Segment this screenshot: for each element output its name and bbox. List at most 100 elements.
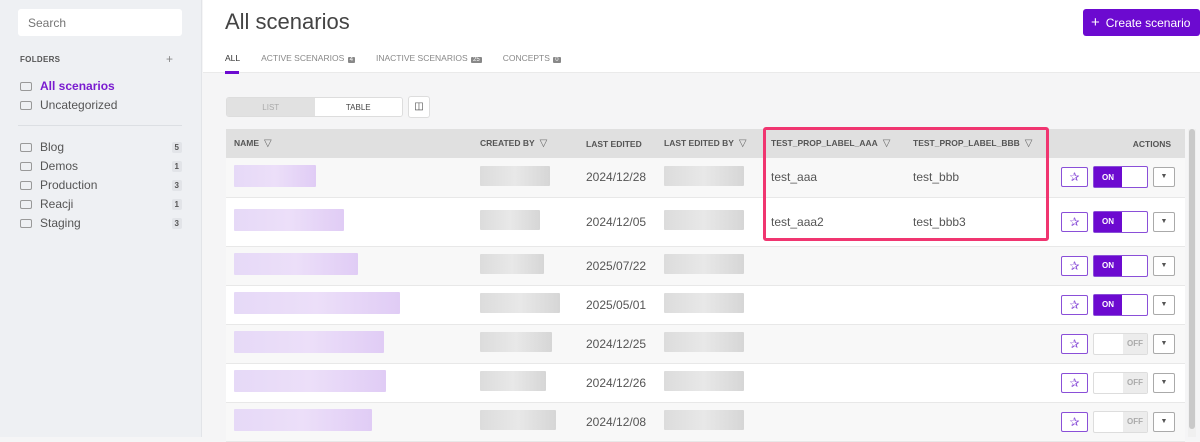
scenario-flow-icon[interactable]: ✰ bbox=[1061, 411, 1088, 432]
table-row[interactable]: 2025/07/22 ✰ ON ▼ bbox=[226, 246, 1185, 286]
scenario-flow-icon[interactable]: ✰ bbox=[1061, 255, 1088, 276]
chevron-down-icon[interactable]: ▼ bbox=[1153, 255, 1175, 276]
last-edited-cell: 2024/12/25 bbox=[578, 324, 656, 364]
test-prop-aaa-cell: test_aaa bbox=[763, 158, 905, 198]
status-toggle[interactable]: ON bbox=[1093, 166, 1148, 189]
scenario-flow-icon[interactable]: ✰ bbox=[1061, 211, 1088, 232]
folder-icon bbox=[20, 199, 32, 209]
scenario-flow-icon[interactable]: ✰ bbox=[1061, 372, 1088, 393]
table-row[interactable]: 2024/12/08 ✰ OFF ▼ bbox=[226, 402, 1185, 442]
tab-concepts[interactable]: CONCEPTS 0 bbox=[503, 53, 561, 74]
status-toggle[interactable]: OFF bbox=[1093, 332, 1148, 355]
test-prop-aaa-cell bbox=[763, 246, 905, 286]
column-header-last-edited[interactable]: LAST EDITED bbox=[578, 129, 656, 158]
chevron-down-icon[interactable]: ▼ bbox=[1153, 333, 1175, 354]
scrollbar-thumb[interactable] bbox=[1189, 129, 1195, 429]
sidebar-item-folder[interactable]: Blog 5 bbox=[20, 138, 182, 156]
table-row[interactable]: 2025/05/01 ✰ ON ▼ bbox=[226, 285, 1185, 325]
test-prop-bbb-cell bbox=[905, 246, 1048, 286]
status-toggle[interactable]: OFF bbox=[1093, 410, 1148, 433]
column-header-test-prop-aaa[interactable]: TEST_PROP_LABEL_AAA ▽ bbox=[763, 129, 905, 158]
actions-cell: ✰ ON ▼ bbox=[1048, 197, 1185, 247]
sidebar-item-folder[interactable]: Production 3 bbox=[20, 176, 182, 194]
test-prop-bbb-cell bbox=[905, 363, 1048, 403]
sidebar-item-label: Reacji bbox=[40, 197, 74, 211]
tab-inactive-scenarios[interactable]: INACTIVE SCENARIOS 25 bbox=[376, 53, 482, 74]
filter-icon[interactable]: ▽ bbox=[883, 138, 891, 149]
created-by-cell bbox=[472, 363, 578, 403]
toggle-label: ON bbox=[1094, 211, 1122, 232]
scenario-flow-icon[interactable]: ✰ bbox=[1061, 294, 1088, 315]
name-cell[interactable] bbox=[226, 246, 472, 286]
name-cell[interactable] bbox=[226, 285, 472, 325]
scrollbar[interactable] bbox=[1188, 129, 1196, 437]
column-header-created-by[interactable]: CREATED BY ▽ bbox=[472, 129, 578, 158]
name-cell[interactable] bbox=[226, 363, 472, 403]
count-badge: 4 bbox=[347, 57, 355, 63]
folder-icon bbox=[20, 218, 32, 228]
sidebar-item-folder[interactable]: Demos 1 bbox=[20, 157, 182, 175]
actions-cell: ✰ OFF ▼ bbox=[1048, 402, 1185, 442]
sidebar-item-uncategorized[interactable]: Uncategorized bbox=[20, 96, 182, 114]
chevron-down-icon[interactable]: ▼ bbox=[1153, 372, 1175, 393]
chevron-down-icon[interactable]: ▼ bbox=[1153, 211, 1175, 232]
filter-icon[interactable]: ▽ bbox=[739, 138, 747, 149]
name-cell[interactable] bbox=[226, 324, 472, 364]
redacted-name bbox=[234, 331, 384, 353]
filter-icon[interactable]: ▽ bbox=[264, 138, 272, 149]
test-prop-aaa-cell bbox=[763, 285, 905, 325]
search-input[interactable] bbox=[18, 9, 182, 36]
sidebar-item-all-scenarios[interactable]: All scenarios bbox=[20, 77, 182, 95]
folder-count: 3 bbox=[171, 217, 182, 229]
table-row[interactable]: 2024/12/25 ✰ OFF ▼ bbox=[226, 324, 1185, 364]
sidebar-item-folder[interactable]: Reacji 1 bbox=[20, 195, 182, 213]
table-view-button[interactable]: TABLE bbox=[314, 98, 402, 116]
filter-icon[interactable]: ▽ bbox=[540, 138, 548, 149]
filter-icon[interactable]: ▽ bbox=[1025, 138, 1033, 149]
scenario-flow-icon[interactable]: ✰ bbox=[1061, 333, 1088, 354]
sidebar-item-label: Demos bbox=[40, 159, 79, 173]
chevron-down-icon[interactable]: ▼ bbox=[1153, 167, 1175, 188]
redacted-name bbox=[234, 370, 386, 392]
column-header-last-edited-by[interactable]: LAST EDITED BY ▽ bbox=[656, 129, 763, 158]
view-toggle: LIST TABLE bbox=[226, 97, 403, 117]
redacted-name bbox=[234, 209, 344, 231]
column-label: ACTIONS bbox=[1132, 138, 1171, 149]
list-view-button[interactable]: LIST bbox=[227, 98, 315, 116]
toggle-label: OFF bbox=[1123, 411, 1147, 432]
columns-settings-icon[interactable]: ◫ bbox=[408, 96, 430, 118]
name-cell[interactable] bbox=[226, 158, 472, 198]
redacted-user bbox=[664, 410, 744, 430]
toggle-label: ON bbox=[1094, 294, 1122, 315]
column-label: TEST_PROP_LABEL_BBB bbox=[913, 138, 1020, 148]
status-toggle[interactable]: ON bbox=[1093, 210, 1148, 233]
scenarios-table: NAME ▽ CREATED BY ▽ LAST EDITED LAST EDITE… bbox=[226, 129, 1185, 442]
last-edited-by-cell bbox=[656, 402, 763, 442]
tab-all[interactable]: ALL bbox=[225, 53, 240, 74]
table-row[interactable]: 2024/12/28 test_aaa test_bbb ✰ ON ▼ bbox=[226, 158, 1185, 198]
table-row[interactable]: 2024/12/26 ✰ OFF ▼ bbox=[226, 363, 1185, 403]
chevron-down-icon[interactable]: ▼ bbox=[1153, 411, 1175, 432]
last-edited-by-cell bbox=[656, 246, 763, 286]
column-label: LAST EDITED BY bbox=[664, 138, 734, 148]
add-folder-button[interactable]: + bbox=[166, 52, 173, 66]
folder-icon bbox=[20, 180, 32, 190]
status-toggle[interactable]: OFF bbox=[1093, 371, 1148, 394]
chevron-down-icon[interactable]: ▼ bbox=[1153, 294, 1175, 315]
scenario-flow-icon[interactable]: ✰ bbox=[1061, 167, 1088, 188]
actions-cell: ✰ ON ▼ bbox=[1048, 158, 1185, 198]
status-toggle[interactable]: ON bbox=[1093, 293, 1148, 316]
redacted-user bbox=[664, 371, 744, 391]
column-header-name[interactable]: NAME ▽ bbox=[226, 129, 472, 158]
name-cell[interactable] bbox=[226, 197, 472, 247]
status-toggle[interactable]: ON bbox=[1093, 254, 1148, 277]
tab-label: INACTIVE SCENARIOS bbox=[375, 53, 468, 63]
folders-heading: FOLDERS bbox=[20, 55, 61, 64]
tab-active-scenarios[interactable]: ACTIVE SCENARIOS 4 bbox=[261, 53, 355, 74]
create-scenario-button[interactable]: + Create scenario bbox=[1083, 9, 1200, 36]
last-edited-by-cell bbox=[656, 363, 763, 403]
name-cell[interactable] bbox=[226, 402, 472, 442]
sidebar-item-folder[interactable]: Staging 3 bbox=[20, 214, 182, 232]
table-row[interactable]: 2024/12/05 test_aaa2 test_bbb3 ✰ ON ▼ bbox=[226, 197, 1185, 247]
column-header-test-prop-bbb[interactable]: TEST_PROP_LABEL_BBB ▽ bbox=[905, 129, 1048, 158]
